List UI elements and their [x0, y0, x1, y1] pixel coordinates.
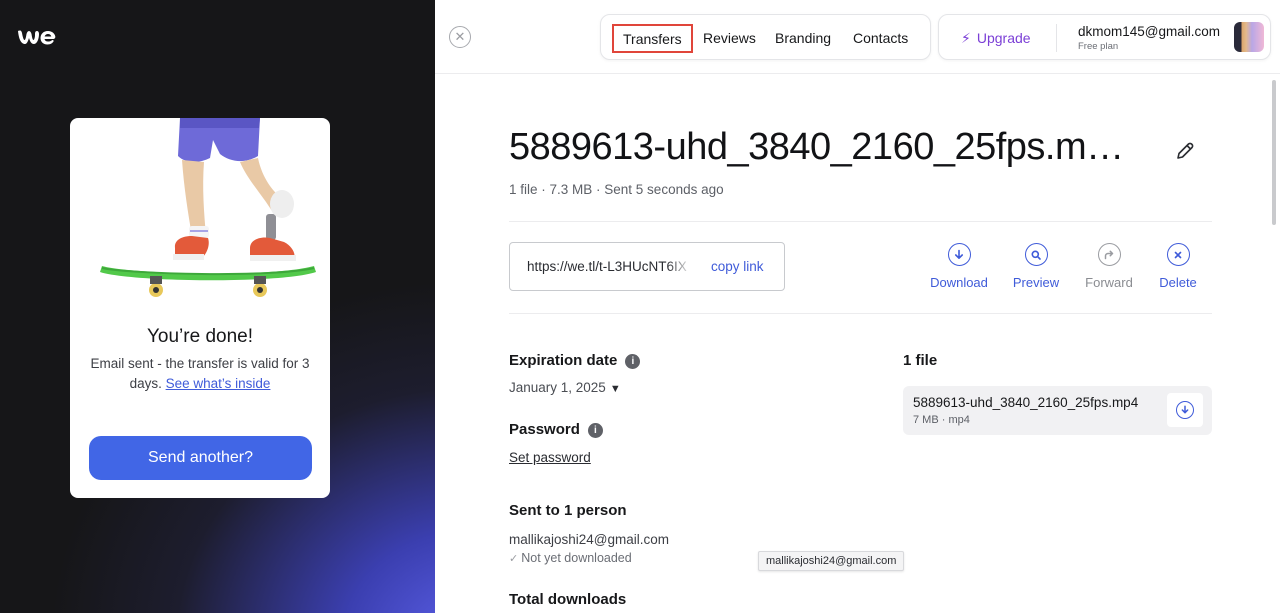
send-another-button[interactable]: Send another?	[89, 436, 312, 480]
close-icon[interactable]: ✕	[449, 26, 471, 48]
preview-icon	[1024, 243, 1048, 266]
preview-button[interactable]: Preview	[1001, 243, 1071, 290]
divider	[509, 313, 1212, 314]
recipient-email: mallikajoshi24@gmail.com	[509, 532, 670, 547]
see-whats-inside-link[interactable]: See what’s inside	[166, 376, 271, 391]
set-password-link[interactable]: Set password	[509, 450, 591, 465]
check-icon: ✓	[509, 553, 519, 565]
download-icon	[947, 243, 971, 266]
upgrade-button[interactable]: ⚡︎ Upgrade	[961, 15, 1031, 61]
password-heading: Password i	[509, 421, 603, 438]
forward-label: Forward	[1085, 275, 1133, 290]
main-nav: Transfers Reviews Branding Contacts	[600, 14, 931, 60]
expiration-heading-label: Expiration date	[509, 352, 618, 369]
account-email[interactable]: dkmom145@gmail.com	[1078, 24, 1220, 39]
recipient-status-label: Not yet downloaded	[521, 551, 632, 565]
tab-transfers[interactable]: Transfers	[612, 24, 693, 53]
delete-button[interactable]: Delete	[1143, 243, 1213, 290]
download-button[interactable]: Download	[924, 243, 994, 290]
recipient-tooltip: mallikajoshi24@gmail.com	[758, 551, 905, 571]
total-downloads-heading: Total downloads	[509, 591, 627, 608]
forward-button[interactable]: Forward	[1074, 243, 1144, 290]
skateboarder-illustration-icon	[100, 118, 316, 297]
file-meta: 7 MB · mp4	[913, 414, 970, 426]
preview-label: Preview	[1012, 275, 1060, 290]
done-title: You’re done!	[146, 326, 253, 347]
divider	[1056, 24, 1057, 52]
file-item[interactable]: 5889613-uhd_3840_2160_25fps.mp4 7 MB · m…	[903, 386, 1212, 435]
download-label: Download	[930, 275, 988, 290]
recipient-status: ✓ Not yet downloaded	[509, 551, 632, 565]
chevron-down-icon: ▼	[609, 383, 621, 395]
share-link-box[interactable]: https://we.tl/t-L3HUcNT6IX copy link	[509, 242, 785, 291]
avatar[interactable]	[1234, 22, 1264, 52]
forward-icon	[1097, 243, 1121, 266]
sent-to-heading: Sent to 1 person	[509, 502, 627, 519]
file-name: 5889613-uhd_3840_2160_25fps.mp4	[913, 395, 1139, 410]
account-plan: Free plan	[1078, 41, 1119, 52]
pencil-icon[interactable]	[1174, 140, 1196, 162]
delete-icon	[1166, 243, 1190, 266]
confirmation-card: You’re done! Email sent - the transfer i…	[70, 118, 330, 498]
copy-link-button[interactable]: copy link	[711, 259, 764, 274]
delete-label: Delete	[1159, 275, 1197, 290]
file-download-button[interactable]	[1167, 393, 1203, 427]
files-heading: 1 file	[903, 352, 938, 369]
download-icon	[1176, 401, 1194, 419]
top-bar: ✕ Transfers Reviews Branding Contacts ⚡︎…	[435, 0, 1280, 74]
info-icon[interactable]: i	[625, 354, 641, 369]
tab-branding[interactable]: Branding	[775, 15, 831, 61]
tab-contacts[interactable]: Contacts	[853, 15, 908, 61]
tab-reviews[interactable]: Reviews	[703, 15, 756, 61]
done-message: Email sent - the transfer is valid for 3…	[88, 354, 312, 394]
left-panel: You’re done! Email sent - the transfer i…	[0, 0, 435, 613]
transfer-title: 5889613-uhd_3840_2160_25fps.m…	[509, 126, 1124, 168]
password-heading-label: Password	[509, 421, 580, 438]
expiration-value: January 1, 2025	[509, 380, 606, 395]
divider	[509, 221, 1212, 222]
expiration-heading: Expiration date i	[509, 352, 641, 369]
expiration-dropdown[interactable]: January 1, 2025 ▼	[509, 380, 621, 395]
upgrade-label: Upgrade	[976, 30, 1031, 46]
info-icon[interactable]: i	[587, 423, 603, 438]
share-link-url[interactable]: https://we.tl/t-L3HUcNT6IX	[527, 259, 692, 274]
transfer-meta: 1 file · 7.3 MB · Sent 5 seconds ago	[509, 182, 724, 197]
wetransfer-logo-icon[interactable]	[17, 27, 57, 47]
lightning-icon: ⚡︎	[961, 29, 971, 46]
scrollbar[interactable]	[1272, 80, 1276, 225]
account-menu: ⚡︎ Upgrade dkmom145@gmail.com Free plan	[938, 14, 1271, 60]
transfer-detail-panel: ✕ Transfers Reviews Branding Contacts ⚡︎…	[435, 0, 1280, 613]
